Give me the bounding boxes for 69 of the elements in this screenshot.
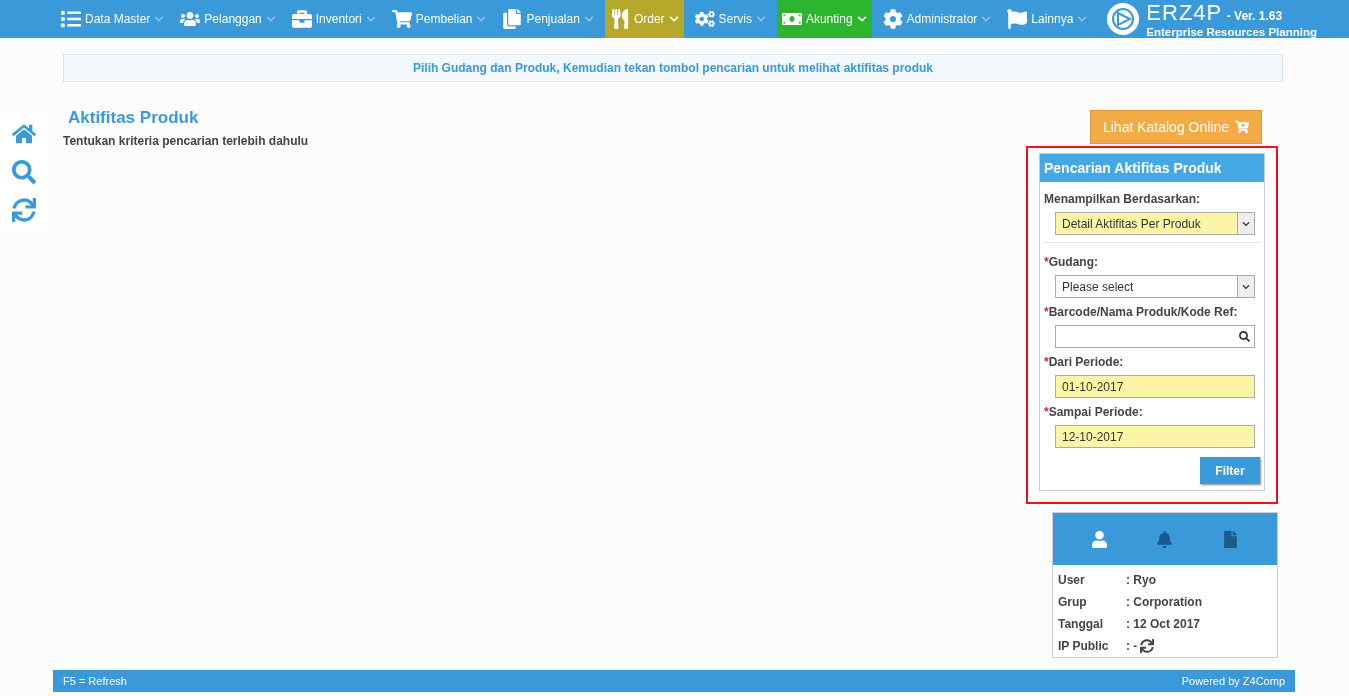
field-label: *Barcode/Nama Produk/Kode Ref: — [1044, 305, 1239, 319]
chevron-down-icon — [1237, 213, 1254, 234]
info-value: : Ryo — [1126, 573, 1156, 587]
nav-menu-item[interactable]: Order — [604, 0, 684, 38]
logo-subtitle: Enterprise Resources Planning — [1146, 26, 1317, 38]
chevron-down-icon — [981, 14, 992, 24]
page-subtitle: Tentukan kriteria pencarian terlebih dahulu — [63, 134, 309, 148]
chevron-down-icon — [1077, 14, 1088, 24]
footer-hint: F5 = Refresh — [63, 675, 127, 687]
page-title: Aktifitas Produk — [68, 108, 200, 128]
menu-icon — [180, 9, 201, 29]
filter-button[interactable]: Filter — [1200, 457, 1260, 484]
chevron-down-icon — [154, 14, 165, 24]
info-bar: Pilih Gudang dan Produk, Kemudian tekan tombol pencarian untuk melihat aktifitas produk — [63, 54, 1283, 82]
menu-icon — [61, 9, 81, 29]
info-label: IP Public — [1058, 639, 1110, 653]
chevron-down-icon — [265, 14, 276, 24]
menu-icon — [291, 9, 312, 29]
menu-icon — [391, 9, 412, 29]
cart-icon — [1235, 120, 1250, 134]
menu-icon — [694, 9, 715, 29]
user-icon[interactable] — [1091, 530, 1109, 548]
panel-title: Pencarian Aktifitas Produk — [1040, 154, 1264, 182]
nav-menu-item[interactable]: Lainnya — [1002, 0, 1093, 38]
document-icon[interactable] — [1221, 530, 1239, 548]
field-label: *Dari Periode: — [1044, 355, 1125, 369]
input-field[interactable]: 12-10-2017 — [1055, 425, 1255, 448]
field-label: *Sampai Periode: — [1044, 405, 1144, 419]
nav-menu-item[interactable]: Pembelian — [386, 0, 492, 38]
footer-credit: Powered by Z4Comp — [1181, 675, 1285, 687]
chevron-down-icon — [856, 14, 867, 24]
info-label: Tanggal — [1058, 617, 1105, 631]
info-value: : - — [1126, 639, 1138, 653]
dropdown[interactable]: Please select — [1055, 275, 1255, 298]
logo-text: ERZ4P — [1146, 0, 1223, 25]
info-value: : 12 Oct 2017 — [1126, 617, 1201, 631]
field-label: Menampilkan Berdasarkan: — [1044, 192, 1202, 206]
chevron-down-icon — [365, 14, 376, 24]
input-field[interactable]: 01-10-2017 — [1055, 375, 1255, 398]
home-icon[interactable] — [12, 122, 36, 146]
field-label: *Gudang: — [1044, 255, 1099, 269]
version-text: - Ver. 1.63 — [1226, 9, 1283, 23]
catalog-button[interactable]: Lihat Katalog Online — [1089, 110, 1263, 144]
search-icon[interactable] — [12, 160, 36, 184]
bell-icon[interactable] — [1156, 530, 1174, 548]
info-label: Grup — [1058, 595, 1088, 609]
search-field[interactable] — [1055, 325, 1255, 348]
nav-menu-item[interactable]: Inventori — [286, 0, 381, 38]
nav-menu-item[interactable]: Servis — [689, 0, 771, 38]
chevron-down-icon — [583, 14, 594, 24]
chevron-down-icon — [668, 14, 679, 24]
nav-menu-item[interactable]: Administrator — [877, 0, 997, 38]
chevron-down-icon — [755, 14, 766, 24]
refresh-icon[interactable] — [12, 198, 36, 222]
dropdown[interactable]: Detail Aktifitas Per Produk — [1055, 212, 1255, 235]
nav-menu-item[interactable]: Data Master — [56, 0, 170, 38]
menu-icon — [502, 9, 523, 29]
chevron-down-icon — [476, 14, 487, 24]
menu-icon — [1007, 9, 1028, 29]
menu-icon — [882, 9, 903, 29]
chevron-down-icon — [1237, 276, 1254, 297]
menu-icon — [609, 9, 630, 29]
refresh-icon — [1140, 639, 1155, 653]
search-icon — [1239, 331, 1250, 342]
nav-menu-item[interactable]: Pelanggan — [175, 0, 281, 38]
nav-menu-item[interactable]: Akunting — [776, 0, 872, 38]
info-label: User — [1058, 573, 1086, 587]
info-value: : Corporation — [1126, 595, 1202, 609]
nav-menu-item[interactable]: Penjualan — [497, 0, 599, 38]
